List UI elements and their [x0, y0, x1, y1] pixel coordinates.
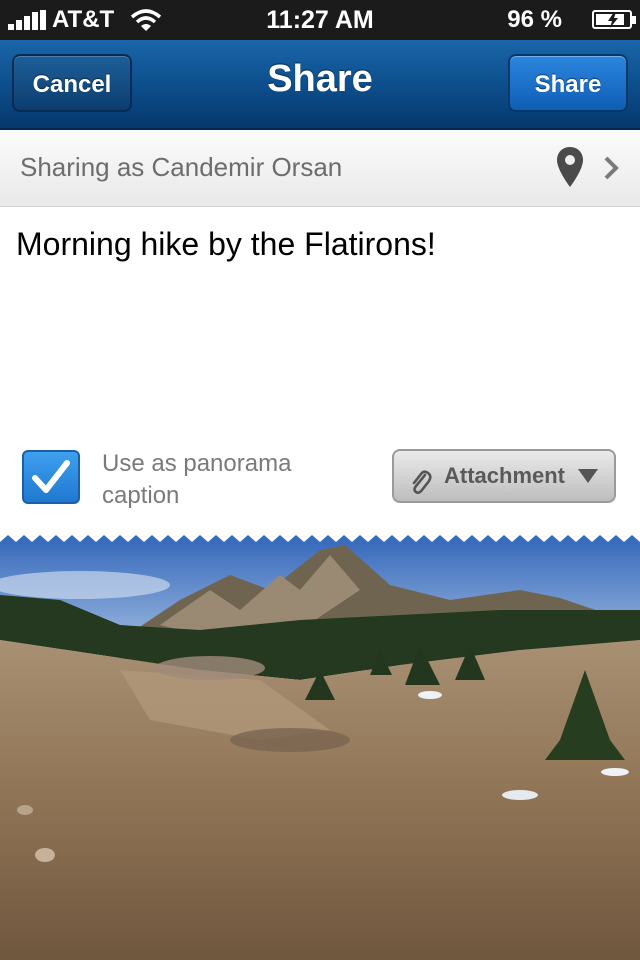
status-bar: AT&T 11:27 AM 96 % [0, 0, 640, 40]
sharing-as-row[interactable]: Sharing as Candemir Orsan [0, 130, 640, 207]
dropdown-arrow-icon [578, 469, 598, 483]
panorama-image [0, 530, 640, 960]
panorama-caption-checkbox[interactable] [22, 450, 80, 504]
battery-icon [592, 10, 636, 29]
location-pin-icon[interactable] [556, 146, 584, 193]
navigation-bar: Cancel Share Share [0, 40, 640, 130]
attachment-label: Attachment [444, 463, 566, 488]
paperclip-icon [410, 463, 432, 513]
checkmark-icon [32, 460, 70, 493]
panorama-caption-label: Use as panorama caption [102, 450, 292, 509]
sharing-as-label: Sharing as Candemir Orsan [20, 152, 343, 182]
battery-percentage: 96 % [507, 6, 562, 33]
attachment-dropdown[interactable]: Attachment [392, 449, 616, 503]
chevron-right-icon [603, 156, 619, 185]
share-button[interactable]: Share [508, 54, 628, 112]
message-text[interactable]: Morning hike by the Flatirons! [16, 226, 436, 263]
